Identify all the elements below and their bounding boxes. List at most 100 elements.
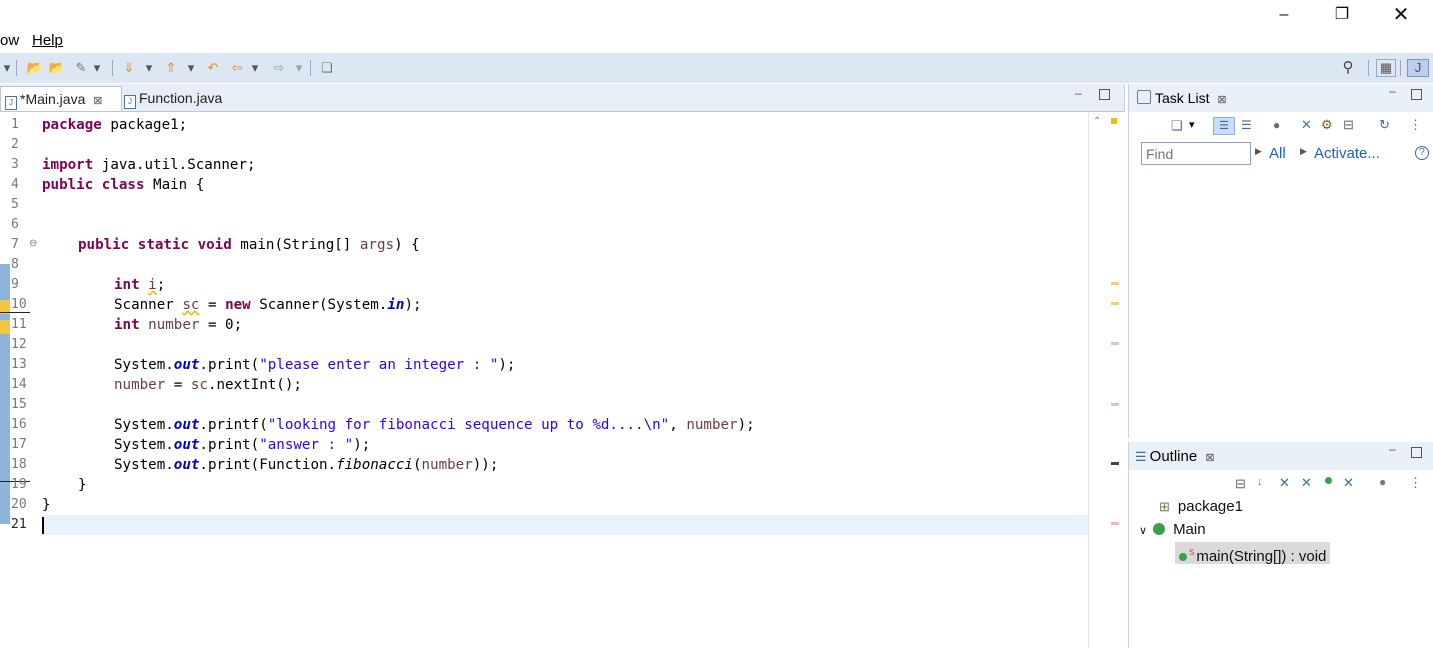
code-editor[interactable]: 1 2 3 4 5 6 7 ⊖ 8 9 10 11 12 13 14 15 16…: [0, 112, 1088, 648]
minimize-icon[interactable]: –: [1261, 0, 1307, 30]
line-number: 19: [11, 477, 27, 492]
tab-task-list[interactable]: Task List ⊠: [1137, 90, 1227, 106]
previous-annotation-icon[interactable]: ⇑: [162, 59, 180, 77]
sort-icon[interactable]: ↓: [1257, 476, 1263, 488]
dropdown-arrow-icon[interactable]: ▾: [250, 59, 260, 77]
next-annotation-icon[interactable]: ⇓: [120, 59, 138, 77]
line-number: 12: [11, 337, 27, 352]
line-number: 14: [11, 377, 27, 392]
maximize-view-icon[interactable]: [1411, 447, 1422, 458]
dropdown-arrow-icon[interactable]: ▾: [144, 59, 154, 77]
hide-fields-icon[interactable]: ✕: [1279, 475, 1290, 491]
tab-outline[interactable]: ☰ Outline ⊠: [1135, 448, 1215, 465]
occurrence-marker[interactable]: [1111, 342, 1119, 345]
dropdown-arrow-icon[interactable]: ▾: [186, 59, 196, 77]
line-number: 1: [11, 117, 19, 132]
toolbar-separator: [16, 60, 17, 76]
dropdown-arrow-icon[interactable]: ▾: [92, 59, 102, 77]
occurrence-marker[interactable]: [1111, 403, 1119, 406]
task-find-input[interactable]: [1141, 142, 1251, 165]
filter-icon[interactable]: ⚙: [1321, 117, 1333, 133]
close-icon[interactable]: ✕: [1378, 0, 1424, 30]
open-resource-icon[interactable]: 📂: [48, 59, 66, 77]
categorized-icon[interactable]: ☰: [1213, 117, 1235, 135]
editor-area: J *Main.java ⊠ J Function.java – 1 2 3 4 5…: [0, 84, 1125, 648]
line-number: 3: [11, 157, 19, 172]
warning-summary-icon[interactable]: [1111, 118, 1117, 124]
back-icon[interactable]: ⇦: [228, 59, 246, 77]
view-menu-icon[interactable]: ⋮: [1409, 117, 1422, 133]
current-line-highlight: [42, 515, 1088, 535]
tab-function-java[interactable]: J Function.java: [120, 86, 243, 110]
code-text[interactable]: package package1; import java.util.Scann…: [42, 112, 1088, 648]
warning-marker[interactable]: [1111, 302, 1119, 305]
dropdown-arrow-icon[interactable]: ▾: [294, 59, 304, 77]
filter-completed-icon[interactable]: ✕: [1301, 117, 1312, 133]
search-pen-icon[interactable]: ✎: [72, 59, 90, 77]
all-link[interactable]: All: [1269, 145, 1286, 162]
occurrence-marker[interactable]: [1111, 522, 1119, 525]
tab-main-java[interactable]: J *Main.java ⊠: [0, 86, 122, 111]
dropdown-arrow-icon[interactable]: ▾: [2, 59, 12, 77]
focus-icon[interactable]: ●: [1273, 118, 1280, 132]
task-list-tab-bar: Task List ⊠ –: [1129, 84, 1433, 112]
code-line: System.out.print(Function.fibonacci(numb…: [114, 457, 499, 473]
pin-editor-icon[interactable]: ❏: [318, 59, 336, 77]
focus-icon[interactable]: ●: [1379, 475, 1386, 489]
hide-static-icon[interactable]: ✕: [1301, 475, 1312, 491]
last-edit-location-icon[interactable]: ↶: [204, 59, 222, 77]
outline-toolbar: ⊟ ↓ ✕ ✕ ✕ ● ⋮: [1129, 470, 1433, 496]
open-type-icon[interactable]: 📂: [26, 59, 44, 77]
public-method-icon: [1179, 553, 1187, 561]
outline-tab-bar: ☰ Outline ⊠ –: [1129, 442, 1433, 470]
close-tab-icon[interactable]: ⊠: [1217, 94, 1226, 106]
forward-icon[interactable]: ⇨: [270, 59, 288, 77]
menu-bar: ow Help: [0, 30, 1433, 53]
java-perspective-icon[interactable]: J: [1407, 59, 1429, 77]
tree-item-class[interactable]: ∨ Main: [1139, 519, 1206, 541]
tree-item-method[interactable]: Smain(String[]) : void: [1175, 542, 1331, 565]
menu-window[interactable]: ow: [0, 32, 19, 49]
collapse-all-icon[interactable]: ⊟: [1235, 476, 1246, 492]
view-menu-icon[interactable]: ⋮: [1409, 475, 1422, 491]
dropdown-arrow-icon[interactable]: ▾: [1189, 118, 1195, 131]
menu-help[interactable]: Help: [32, 32, 63, 49]
change-ruler: [0, 112, 30, 648]
restore-icon[interactable]: ❐: [1319, 0, 1365, 30]
toolbar-separator: [112, 60, 113, 76]
chevron-down-icon[interactable]: ∨: [1139, 525, 1147, 537]
task-list-toolbar: ❏ ▾ ☰ ☰ ● ✕ ⚙ ⊟ ↻ ⋮: [1129, 112, 1433, 138]
hide-non-public-icon[interactable]: [1325, 477, 1332, 484]
warning-marker[interactable]: [1111, 282, 1119, 285]
line-number: 4: [11, 177, 19, 192]
help-icon[interactable]: ?: [1415, 146, 1429, 160]
code-line: int number = 0;: [114, 317, 243, 333]
maximize-view-icon[interactable]: [1099, 89, 1110, 100]
expand-arrow-icon: ▶: [1255, 146, 1262, 156]
chevron-up-icon[interactable]: ⌃: [1093, 116, 1101, 127]
fold-collapse-icon[interactable]: ⊖: [29, 238, 37, 249]
minimize-view-icon[interactable]: –: [1389, 442, 1396, 456]
scroll-position-marker[interactable]: [1111, 462, 1119, 465]
new-task-icon[interactable]: ❏: [1171, 118, 1183, 134]
hide-local-types-icon[interactable]: ✕: [1343, 475, 1354, 491]
collapse-all-icon[interactable]: ⊟: [1343, 117, 1354, 133]
minimize-view-icon[interactable]: –: [1389, 84, 1396, 98]
sync-icon[interactable]: ↻: [1379, 117, 1390, 133]
open-perspective-icon[interactable]: ▦: [1376, 59, 1396, 77]
search-icon[interactable]: ⚲: [1338, 59, 1358, 77]
tab-label: *Main.java: [20, 91, 86, 107]
warning-icon: [0, 320, 10, 334]
title-bar: – ❐ ✕: [0, 0, 1433, 30]
scheduled-icon[interactable]: ☰: [1241, 118, 1252, 132]
overview-ruler[interactable]: ⌃: [1088, 112, 1125, 648]
line-number: 16: [11, 417, 27, 432]
tree-item-package[interactable]: ⊞ package1: [1159, 496, 1243, 518]
code-line: System.out.print("please enter an intege…: [114, 357, 516, 373]
close-tab-icon[interactable]: ⊠: [93, 95, 102, 107]
maximize-view-icon[interactable]: [1411, 89, 1422, 100]
minimize-view-icon[interactable]: –: [1075, 86, 1082, 100]
close-tab-icon[interactable]: ⊠: [1205, 452, 1214, 464]
activate-link[interactable]: Activate...: [1314, 145, 1380, 162]
task-list-icon: [1137, 90, 1151, 104]
